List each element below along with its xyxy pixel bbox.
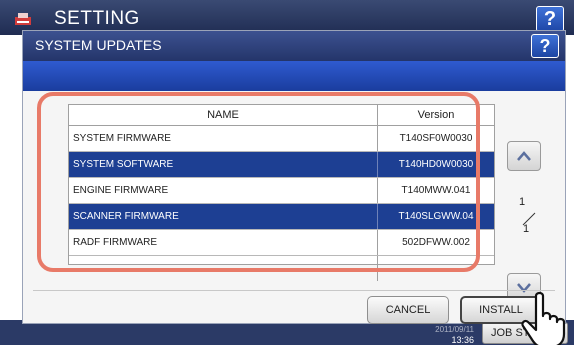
cell-name: ENGINE FIRMWARE — [73, 185, 169, 196]
cell-version: T140SF0W0030 — [377, 126, 494, 151]
table-header: NAME Version — [69, 105, 494, 126]
dialog-title-bar: SYSTEM UPDATES ? — [23, 31, 565, 61]
cell-version: T140SLGWW.04 — [377, 204, 494, 229]
datetime-display: 2011/09/11 13:36 — [418, 325, 474, 345]
cell-name: SCANNER FIRMWARE — [73, 211, 179, 222]
cell-version: 502DFWW.002 — [377, 230, 494, 255]
column-header-name[interactable]: NAME — [69, 105, 377, 125]
cancel-button[interactable]: CANCEL — [367, 296, 449, 324]
system-updates-dialog: SYSTEM UPDATES ? NAME Version SYSTEM FIR… — [22, 30, 566, 324]
cell-name: RADF FIRMWARE — [73, 237, 158, 248]
table-row[interactable]: RADF FIRMWARE 502DFWW.002 — [69, 230, 494, 256]
background-help-button[interactable]: ? — [536, 6, 564, 32]
button-bar-divider — [33, 290, 555, 291]
table-row[interactable]: SCANNER FIRMWARE T140SLGWW.04 — [69, 204, 494, 230]
scroll-up-button[interactable] — [507, 141, 541, 171]
cell-name: SYSTEM FIRMWARE — [73, 133, 171, 144]
table-row[interactable]: ENGINE FIRMWARE T140MWW.041 — [69, 178, 494, 204]
table-row[interactable]: SYSTEM FIRMWARE T140SF0W0030 — [69, 126, 494, 152]
dialog-accent-band — [23, 61, 565, 91]
cell-version: T140MWW.041 — [377, 178, 494, 203]
date-text: 2011/09/11 — [435, 325, 474, 334]
page-total: 1 — [523, 223, 530, 235]
chevron-up-icon — [517, 151, 531, 161]
help-button[interactable]: ? — [531, 34, 559, 58]
cell-name: SYSTEM SOFTWARE — [73, 159, 174, 170]
cell-version: T140HD0W0030 — [377, 152, 494, 177]
cell-name — [69, 256, 377, 281]
table-row[interactable]: SYSTEM SOFTWARE T140HD0W0030 — [69, 152, 494, 178]
firmware-table: NAME Version SYSTEM FIRMWARE T140SF0W0030… — [68, 104, 495, 281]
dialog-title: SYSTEM UPDATES — [35, 37, 162, 53]
page-indicator: 1 1 — [519, 196, 539, 246]
table-row[interactable] — [69, 256, 494, 282]
cell-version — [377, 256, 494, 281]
page-current: 1 — [519, 196, 526, 208]
hand-pointer-icon — [521, 291, 566, 345]
column-header-version[interactable]: Version — [377, 105, 494, 125]
background-window-title: SETTING — [54, 8, 140, 29]
time-text: 13:36 — [451, 335, 474, 345]
printer-logo-icon — [15, 13, 31, 25]
